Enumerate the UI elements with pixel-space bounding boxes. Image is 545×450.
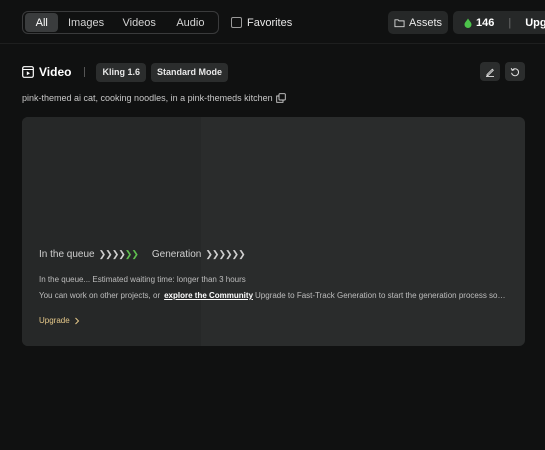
- upgrade-button[interactable]: Upgra: [525, 17, 545, 29]
- assets-button[interactable]: Assets: [388, 11, 448, 34]
- progress-status: In the queue ❯❯❯❯❯❯ Generation ❯❯❯❯❯❯: [39, 248, 246, 260]
- tab-audio[interactable]: Audio: [165, 13, 216, 32]
- retry-button[interactable]: [505, 62, 525, 81]
- divider: [84, 67, 86, 77]
- explore-community-link[interactable]: explore the Community: [164, 291, 253, 300]
- retry-icon: [510, 67, 520, 76]
- task-title: Video: [39, 65, 72, 79]
- queue-label: In the queue: [39, 248, 95, 260]
- credits-count: 146: [476, 16, 495, 29]
- prompt-text: pink-themed ai cat, cooking noodles, in …: [22, 93, 273, 103]
- tab-videos[interactable]: Videos: [114, 13, 165, 32]
- wait-time-text: In the queue... Estimated waiting time: …: [39, 275, 246, 284]
- generation-progress-arrows: ❯❯❯❯❯❯: [205, 248, 245, 259]
- preview-placeholder: [22, 117, 201, 346]
- favorites-label: Favorites: [247, 16, 293, 29]
- credit-drop-icon: [464, 18, 472, 28]
- favorites-toggle[interactable]: Favorites: [231, 16, 292, 29]
- queue-progress-arrows: ❯❯❯❯❯❯: [98, 248, 139, 259]
- mode-chip: Standard Mode: [150, 62, 228, 82]
- video-icon: [22, 66, 34, 78]
- assets-label: Assets: [408, 16, 442, 29]
- chevron-right-icon: [74, 317, 79, 324]
- top-bar: All Images Videos Audio Favorites Assets…: [0, 0, 545, 44]
- favorites-checkbox[interactable]: [231, 17, 242, 28]
- queue-card: In the queue ❯❯❯❯❯❯ Generation ❯❯❯❯❯❯ In…: [22, 117, 525, 346]
- divider: |: [508, 16, 512, 29]
- info-text: You can work on other projects, or explor…: [39, 291, 509, 300]
- task-header: Video Kling 1.6 Standard Mode: [22, 62, 525, 82]
- tab-images[interactable]: Images: [58, 13, 113, 32]
- model-chip: Kling 1.6: [96, 62, 146, 82]
- filter-tabs: All Images Videos Audio: [22, 11, 219, 34]
- credits-box: 146 | Upgra: [453, 11, 545, 34]
- edit-button[interactable]: [480, 62, 500, 81]
- upgrade-link[interactable]: Upgrade: [39, 316, 80, 325]
- tab-all[interactable]: All: [25, 13, 59, 32]
- generation-label: Generation: [151, 248, 202, 260]
- copy-icon[interactable]: [275, 93, 286, 103]
- edit-icon: [486, 68, 494, 77]
- upgrade-link-label: Upgrade: [39, 316, 70, 325]
- prompt-row: pink-themed ai cat, cooking noodles, in …: [22, 92, 286, 104]
- folder-icon: [394, 18, 405, 27]
